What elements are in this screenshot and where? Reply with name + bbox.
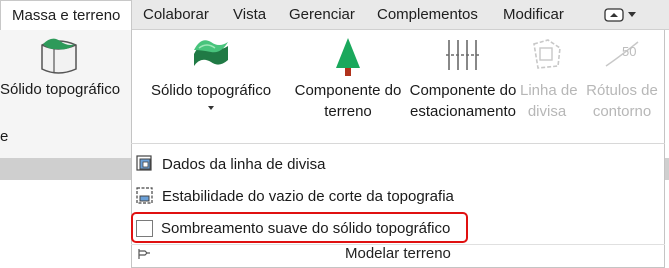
menu-item-label: Dados da linha de divisa <box>162 155 326 173</box>
toposolid-box-icon <box>41 38 77 74</box>
property-data-icon <box>136 155 154 173</box>
property-line-label: Linha de divisa <box>520 82 578 120</box>
tab-massa-e-terreno[interactable]: Massa e terreno <box>0 0 133 31</box>
contour-label-icon: 50 <box>605 41 639 67</box>
ribbon-tab-bar: Massa e terreno Colaborar Vista Gerencia… <box>0 0 669 31</box>
smooth-shading-checkbox[interactable] <box>136 219 153 237</box>
parking-component-label: Componente do estacionamento <box>409 82 517 120</box>
tab-gerenciar[interactable]: Gerenciar <box>289 0 355 30</box>
tree-icon <box>336 38 360 76</box>
site-component-label: Componente do terreno <box>294 82 402 120</box>
dropdown-caret-icon <box>208 106 214 110</box>
svg-text:50: 50 <box>622 44 636 59</box>
toposolid-button[interactable]: Sólido topográfico <box>140 30 282 142</box>
property-line-button[interactable]: Linha de divisa <box>520 30 578 142</box>
panel-toggle-icon <box>604 8 624 22</box>
site-component-button[interactable]: Componente do terreno <box>289 30 407 142</box>
toposolid-label-left: Sólido topográfico <box>0 81 121 98</box>
property-line-icon <box>533 39 561 69</box>
menu-item-label: Sombreamento suave do sólido topográfico <box>161 219 451 237</box>
menu-item-smooth-shading[interactable]: Sombreamento suave do sólido topográfico <box>136 216 450 240</box>
cut-void-icon <box>136 187 154 205</box>
chevron-down-icon <box>628 12 636 17</box>
panel-footer-label: Modelar terreno <box>345 245 451 262</box>
revit-ribbon: Massa e terreno Colaborar Vista Gerencia… <box>0 0 669 268</box>
menu-item-label: Estabilidade do vazio de corte da topogr… <box>162 187 454 205</box>
contour-label-button[interactable]: 50 Rótulos de contorno <box>584 30 660 142</box>
tab-modificar[interactable]: Modificar <box>503 0 564 30</box>
panel-separator <box>131 143 665 144</box>
toposolid-button-left[interactable]: Sólido topográfico <box>0 30 131 120</box>
ribbon-display-options[interactable] <box>604 6 644 24</box>
parking-icon <box>446 40 479 70</box>
toposolid-icon <box>194 40 228 66</box>
pin-icon[interactable] <box>137 247 151 261</box>
menu-item-cut-void-stability[interactable]: Estabilidade do vazio de corte da topogr… <box>136 184 454 208</box>
toposolid-label: Sólido topográfico <box>150 82 272 99</box>
tab-complementos[interactable]: Complementos <box>377 0 478 30</box>
tab-colaborar[interactable]: Colaborar <box>143 0 209 30</box>
panel-title-fragment: e <box>0 128 9 145</box>
parking-component-button[interactable]: Componente do estacionamento <box>406 30 520 142</box>
contour-label-label: Rótulos de contorno <box>586 82 658 120</box>
tab-vista[interactable]: Vista <box>233 0 266 30</box>
menu-item-property-data[interactable]: Dados da linha de divisa <box>136 152 325 176</box>
